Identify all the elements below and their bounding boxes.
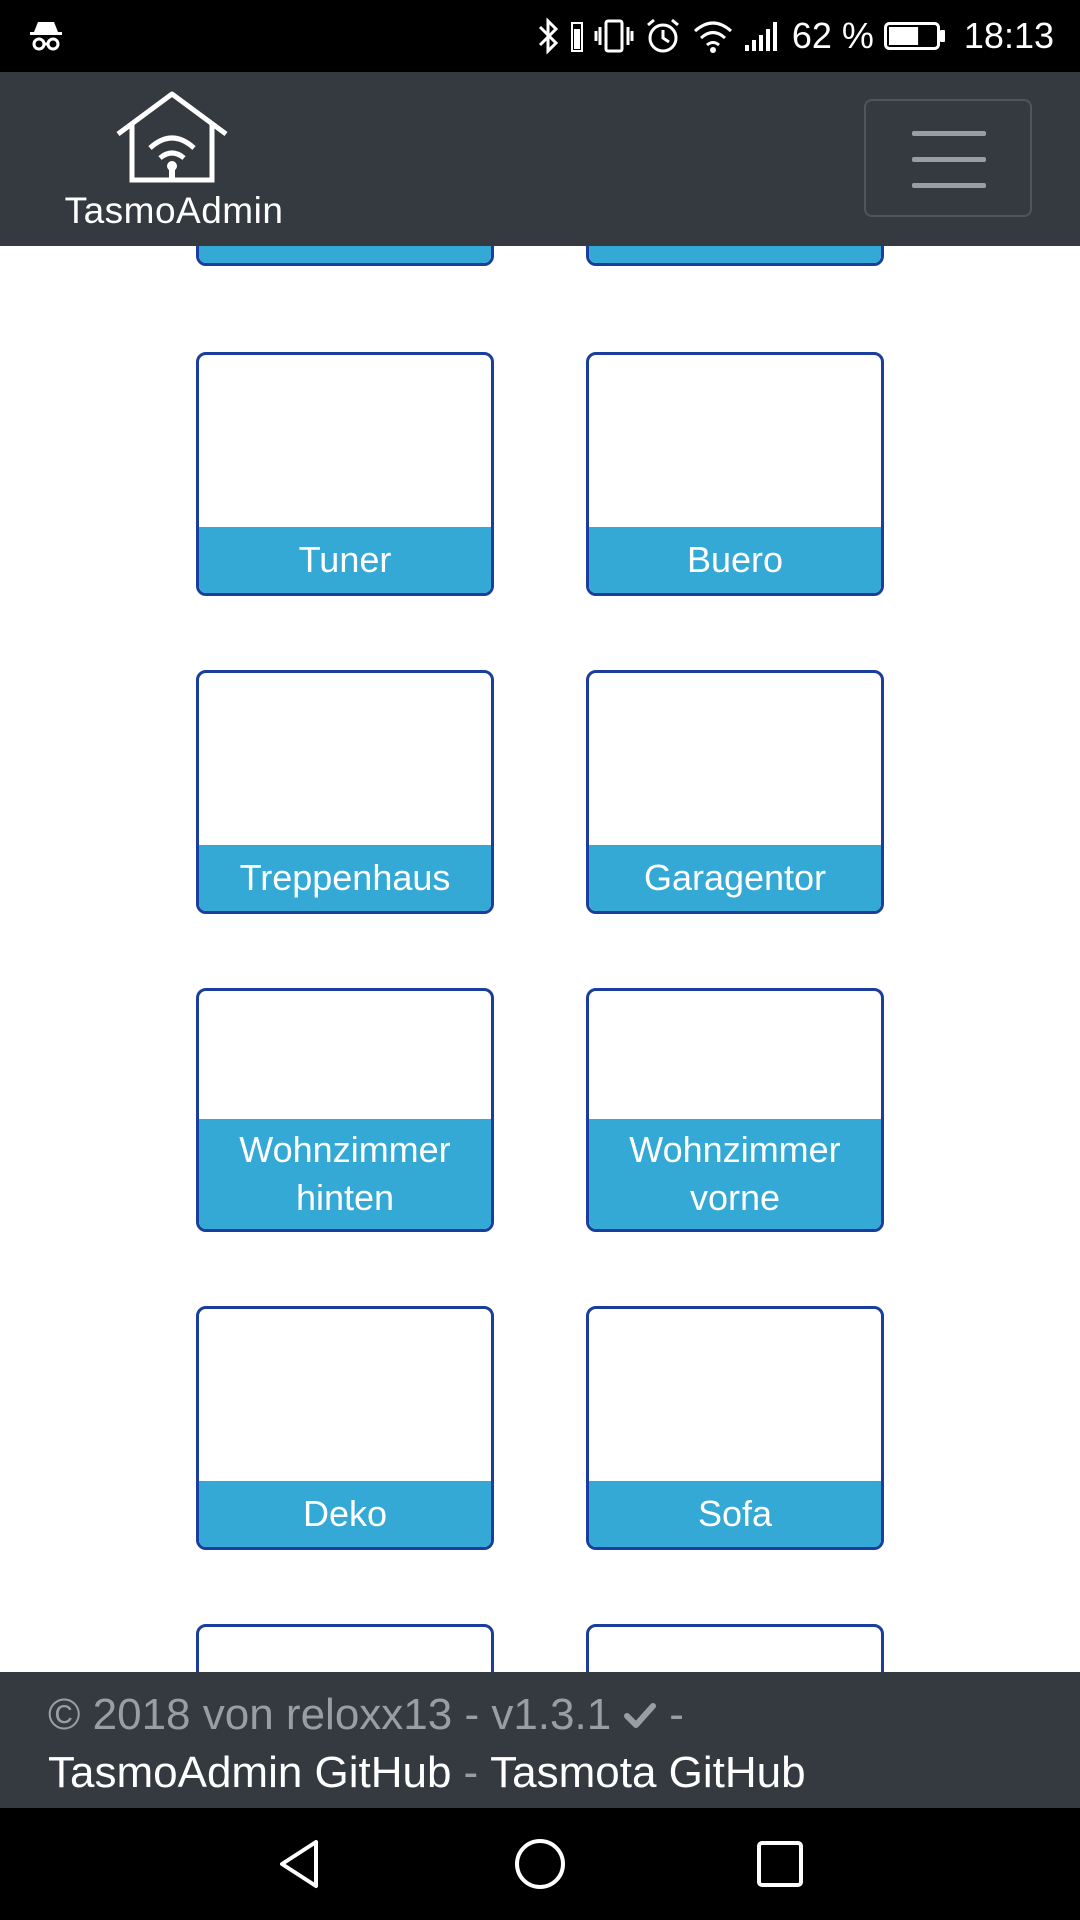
menu-toggle-button[interactable]: [864, 99, 1032, 217]
device-card[interactable]: [586, 1624, 884, 1672]
device-label: Sofa: [589, 1481, 881, 1547]
device-label: Tuner: [199, 527, 491, 593]
device-label: Treppenhaus: [199, 845, 491, 911]
device-label: Wohnzimmer hinten: [199, 1119, 491, 1229]
tasmoadmin-github-link[interactable]: TasmoAdmin GitHub: [48, 1748, 451, 1798]
device-card[interactable]: Wohnzimmer vorne: [586, 988, 884, 1232]
device-card[interactable]: Schreibtisch: [196, 246, 494, 266]
footer: © 2018 von reloxx13 - v1.3.1 - TasmoAdmi…: [0, 1672, 1080, 1808]
signal-icon: [744, 22, 777, 51]
device-card[interactable]: Buero: [586, 352, 884, 596]
check-icon: [624, 1703, 657, 1728]
status-bar: 62 % 18:13: [0, 0, 1080, 72]
back-icon[interactable]: [272, 1836, 328, 1892]
footer-dash: -: [669, 1690, 684, 1739]
recents-icon[interactable]: [752, 1836, 808, 1892]
house-wifi-icon: [116, 91, 228, 183]
battery-percent: 62 %: [791, 15, 874, 56]
device-card[interactable]: [196, 1624, 494, 1672]
device-card[interactable]: Stern: [586, 246, 884, 266]
device-label: Stern: [589, 246, 881, 263]
wifi-icon: [693, 21, 732, 53]
brand-text: TasmoAdmin: [64, 190, 284, 231]
footer-separator: -: [463, 1748, 479, 1797]
bluetooth-icon: [538, 17, 558, 55]
clock: 18:13: [963, 15, 1054, 56]
navbar: TasmoAdmin: [0, 72, 1080, 246]
device-label: Wohnzimmer vorne: [589, 1119, 881, 1229]
copyright-text: © 2018 von reloxx13 - v1.3.1: [48, 1690, 612, 1739]
tasmota-github-link[interactable]: Tasmota GitHub: [490, 1748, 805, 1798]
device-card[interactable]: Tuner: [196, 352, 494, 596]
device-card[interactable]: Garagentor: [586, 670, 884, 914]
alarm-icon: [646, 18, 679, 53]
device-card[interactable]: Sofa: [586, 1306, 884, 1550]
battery-icon: [883, 22, 945, 50]
android-nav-bar: [0, 1808, 1080, 1920]
device-label: Buero: [589, 527, 881, 593]
device-grid: Schreibtisch Stern Tuner Buero Treppenha…: [0, 246, 1080, 1672]
device-label: Garagentor: [589, 845, 881, 911]
vibrate-icon: [594, 19, 634, 53]
device-card[interactable]: Wohnzimmer hinten: [196, 988, 494, 1232]
incognito-icon: [30, 22, 62, 51]
device-label: Schreibtisch: [199, 246, 491, 263]
device-label: Deko: [199, 1481, 491, 1547]
home-icon[interactable]: [512, 1836, 568, 1892]
device-card[interactable]: Treppenhaus: [196, 670, 494, 914]
hamburger-icon: [912, 131, 986, 136]
device-card[interactable]: Deko: [196, 1306, 494, 1550]
brand-link[interactable]: TasmoAdmin: [56, 90, 292, 231]
battery-small-icon: [570, 22, 583, 52]
